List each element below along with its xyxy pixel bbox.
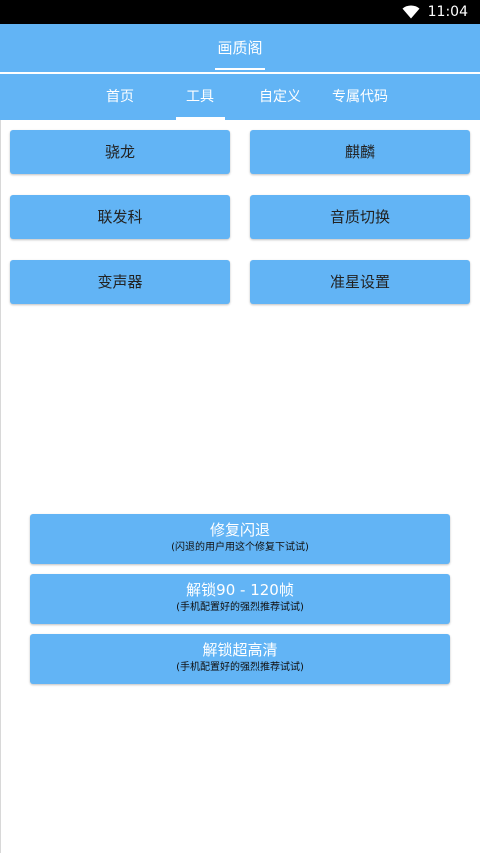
status-bar: 11:04 [0,0,480,24]
wifi-icon [402,5,420,19]
tab-home[interactable]: 首页 [90,74,150,120]
snapdragon-button[interactable]: 骁龙 [10,130,230,174]
unlock-ultra-hd-label: 解锁超高清 [202,641,278,659]
tab-bar: 首页 工具 自定义 专属代码 [0,74,480,120]
voice-changer-button[interactable]: 变声器 [10,260,230,304]
tab-tools[interactable]: 工具 [170,74,230,120]
tab-exclusive-code[interactable]: 专属代码 [320,74,400,120]
title-underline [215,68,265,70]
tab-custom[interactable]: 自定义 [245,74,315,120]
active-tab-indicator [176,117,225,120]
fix-crash-button[interactable]: 修复闪退 (闪退的用户用这个修复下试试) [30,514,450,564]
status-time: 11:04 [427,4,468,20]
title-bar: 画质阁 [0,24,480,72]
audio-switch-button[interactable]: 音质切换 [250,195,470,239]
left-edge-divider [0,120,1,853]
unlock-fps-button[interactable]: 解锁90 - 120帧 (手机配置好的强烈推荐试试) [30,574,450,624]
unlock-ultra-hd-sublabel: (手机配置好的强烈推荐试试) [176,662,304,673]
fix-crash-label: 修复闪退 [209,521,270,539]
fix-crash-sublabel: (闪退的用户用这个修复下试试) [171,542,309,553]
crosshair-settings-button[interactable]: 准星设置 [250,260,470,304]
mediatek-button[interactable]: 联发科 [10,195,230,239]
kirin-button[interactable]: 麒麟 [250,130,470,174]
app-screen: 11:04 画质阁 首页 工具 自定义 专属代码 骁龙 麒麟 联发科 音质切换 … [0,0,480,853]
unlock-ultra-hd-button[interactable]: 解锁超高清 (手机配置好的强烈推荐试试) [30,634,450,684]
app-title: 画质阁 [217,39,263,57]
unlock-fps-label: 解锁90 - 120帧 [186,581,294,599]
unlock-fps-sublabel: (手机配置好的强烈推荐试试) [176,602,304,613]
